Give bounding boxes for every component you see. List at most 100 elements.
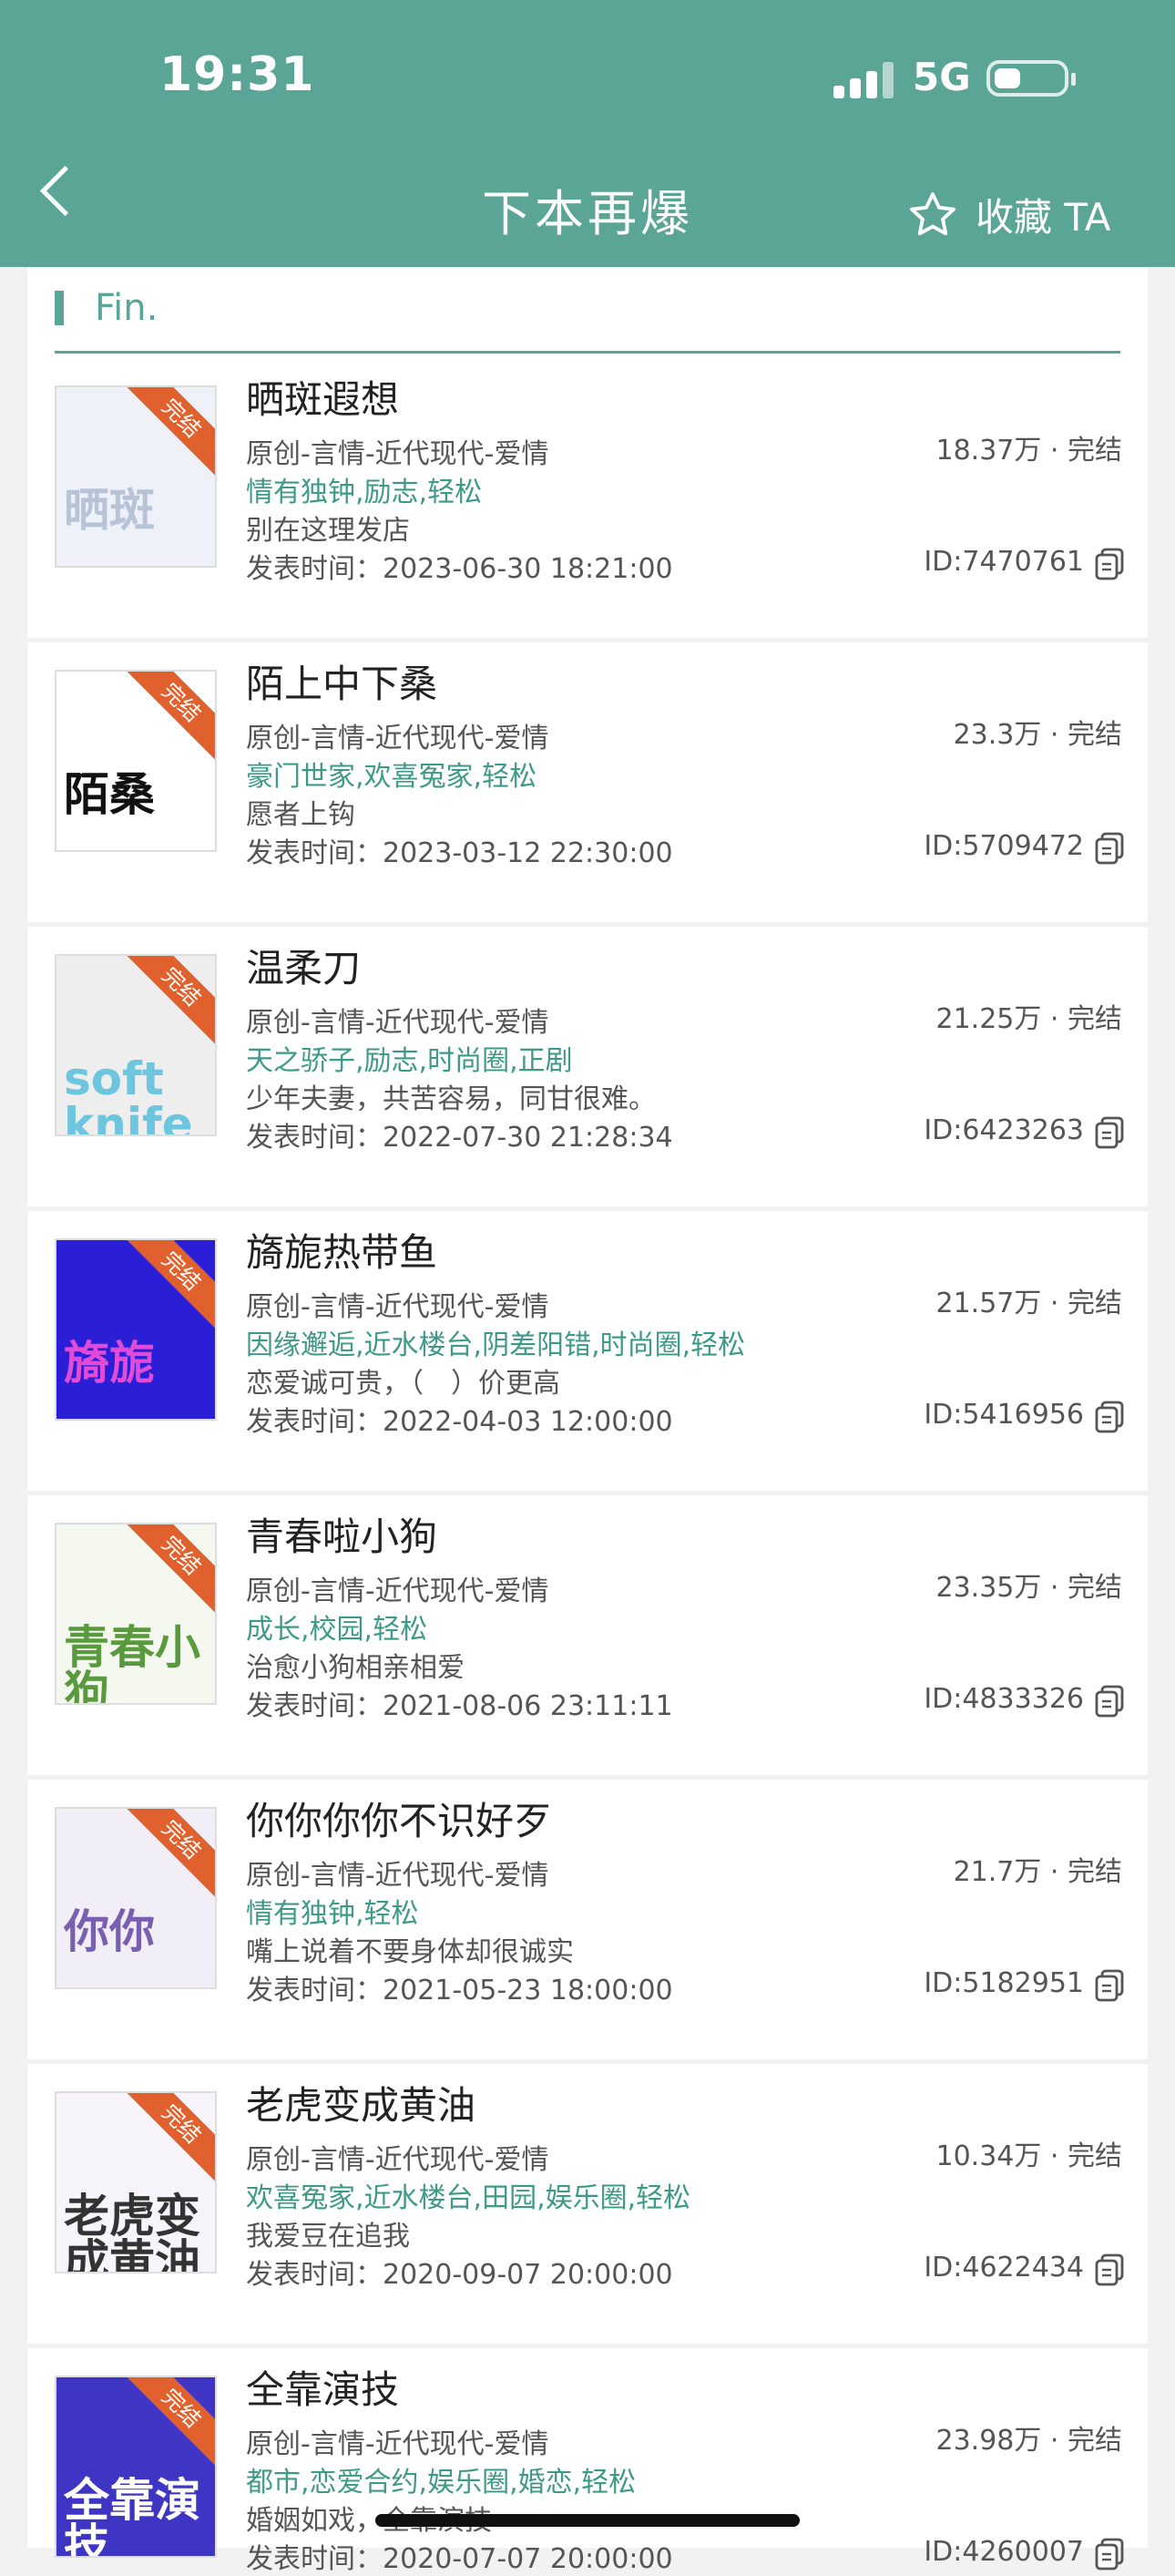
cover-text: 旖旎 <box>64 1337 155 1390</box>
publish-date: 发表时间：2020-09-07 20:00:00 <box>246 2259 673 2291</box>
copy-icon[interactable] <box>1095 1685 1124 1718</box>
cover-text: 你你 <box>64 1905 155 1958</box>
cover-text: 晒斑 <box>64 484 155 537</box>
section-bar <box>55 291 64 325</box>
copy-icon[interactable] <box>1095 548 1124 580</box>
network-label: 5G <box>913 55 971 99</box>
book-tags: 都市,恋爱合约,娱乐圈,婚恋,轻松 <box>246 2467 637 2499</box>
book-id: ID:4622434 <box>924 2252 1084 2284</box>
copy-icon[interactable] <box>1095 1401 1124 1433</box>
cover-text: 陌桑 <box>64 768 155 821</box>
book-cover[interactable]: 陌桑 完结 <box>55 670 217 852</box>
book-description: 治愈小狗相亲相爱 <box>246 1652 465 1684</box>
book-id: ID:6423263 <box>924 1114 1084 1146</box>
book-description: 恋爱诚可贵，（ ）价更高 <box>246 1368 560 1400</box>
book-genre: 原创-言情-近代现代-爱情 <box>246 723 549 754</box>
star-icon <box>910 191 955 235</box>
book-card[interactable]: 陌桑 完结 陌上中下桑原创-言情-近代现代-爱情 豪门世家,欢喜冤家,轻松 愿者上钩发表… <box>27 642 1148 922</box>
book-id: ID:4833326 <box>924 1683 1084 1715</box>
book-cover[interactable]: 你你 完结 <box>55 1807 217 1989</box>
book-genre: 原创-言情-近代现代-爱情 <box>246 1007 549 1039</box>
book-tags: 情有独钟,轻松 <box>246 1898 419 1930</box>
book-title[interactable]: 全靠演技 <box>246 2359 399 2415</box>
book-id: ID:4260007 <box>924 2536 1084 2568</box>
finished-ribbon: 完结 <box>121 956 215 1047</box>
favorite-label: 收藏 TA <box>976 195 1111 240</box>
book-cover[interactable]: 老虎变成黄油 完结 <box>55 2091 217 2273</box>
book-description: 少年夫妻，共苦容易，同甘很难。 <box>246 1083 656 1115</box>
book-id: ID:5709472 <box>924 830 1084 862</box>
copy-icon[interactable] <box>1095 1969 1124 2002</box>
book-genre: 原创-言情-近代现代-爱情 <box>246 1291 549 1323</box>
book-card[interactable]: 青春小狗 完结 青春啦小狗原创-言情-近代现代-爱情 成长,校园,轻松治愈小狗相亲相爱… <box>27 1495 1148 1775</box>
book-genre: 原创-言情-近代现代-爱情 <box>246 2428 549 2460</box>
publish-date: 发表时间：2020-07-07 20:00:00 <box>246 2543 673 2575</box>
book-stats: 21.7万 · 完结 <box>953 1856 1122 1888</box>
book-card[interactable]: 晒斑 完结 晒斑遐想 原创-言情-近代现代-爱情 情有独钟,励志,轻松 别在这理发店 发表时… <box>27 358 1148 638</box>
publish-date: 发表时间：2022-07-30 21:28:34 <box>246 1122 673 1154</box>
finished-ribbon: 完结 <box>121 1240 215 1331</box>
book-genre: 原创-言情-近代现代-爱情 <box>246 1575 549 1607</box>
status-time: 19:31 <box>159 47 315 102</box>
book-title[interactable]: 青春啦小狗 <box>246 1506 437 1562</box>
book-tags: 欢喜冤家,近水楼台,田园,娱乐圈,轻松 <box>246 2182 691 2214</box>
cover-text: soft knife <box>64 1052 193 1136</box>
book-description: 愿者上钩 <box>246 799 355 831</box>
battery-icon <box>986 60 1076 97</box>
book-id: ID:7470761 <box>924 546 1084 578</box>
publish-date: 发表时间：2021-08-06 23:11:11 <box>246 1690 673 1722</box>
book-title[interactable]: 你你你你不识好歹 <box>246 1791 552 1846</box>
book-genre: 原创-言情-近代现代-爱情 <box>246 1860 549 1892</box>
book-id: ID:5416956 <box>924 1399 1084 1431</box>
book-stats: 23.98万 · 完结 <box>935 2425 1123 2457</box>
signal-icon <box>833 60 894 98</box>
book-id: ID:5182951 <box>924 1967 1084 1999</box>
publish-date: 发表时间：2023-06-30 18:21:00 <box>246 553 673 585</box>
copy-icon[interactable] <box>1095 832 1124 865</box>
favorite-button[interactable]: 收藏 TA <box>906 187 1110 242</box>
section-title: Fin. <box>95 287 158 329</box>
copy-icon[interactable] <box>1095 1116 1124 1149</box>
top-bar: 19:31 5G 下本再爆 收藏 TA <box>0 0 1175 267</box>
book-title[interactable]: 旖旎热带鱼 <box>246 1222 437 1278</box>
book-cover[interactable]: 全靠演技 完结 <box>55 2376 217 2558</box>
book-tags: 成长,校园,轻松 <box>246 1614 428 1646</box>
book-card[interactable]: 你你 完结 你你你你不识好歹 原创-言情-近代现代-爱情 情有独钟,轻松 嘴上说着不要身体… <box>27 1780 1148 2059</box>
finished-ribbon: 完结 <box>121 672 215 763</box>
book-card[interactable]: soft knife 完结 温柔刀原创-言情-近代现代-爱情 天之骄子,励志,时尚圈,… <box>27 927 1148 1206</box>
publish-date: 发表时间：2022-04-03 12:00:00 <box>246 1406 673 1438</box>
book-tags: 因缘邂逅,近水楼台,阴差阳错,时尚圈,轻松 <box>246 1329 746 1361</box>
book-cover[interactable]: soft knife 完结 <box>55 954 217 1136</box>
finished-ribbon: 完结 <box>121 2093 215 2184</box>
copy-icon[interactable] <box>1095 2538 1124 2571</box>
book-description: 我爱豆在追我 <box>246 2221 410 2253</box>
copy-icon[interactable] <box>1095 2253 1124 2286</box>
book-tags: 情有独钟,励志,轻松 <box>246 477 483 508</box>
book-stats: 18.37万 · 完结 <box>935 435 1123 467</box>
book-tags: 豪门世家,欢喜冤家,轻松 <box>246 761 537 793</box>
home-indicator[interactable] <box>375 2514 800 2527</box>
book-cover[interactable]: 青春小狗 完结 <box>55 1523 217 1705</box>
book-tags: 天之骄子,励志,时尚圈,正剧 <box>246 1045 573 1077</box>
book-description: 别在这理发店 <box>246 515 410 547</box>
book-cover[interactable]: 旖旎 完结 <box>55 1238 217 1421</box>
book-stats: 21.25万 · 完结 <box>935 1003 1123 1035</box>
publish-date: 发表时间：2023-03-12 22:30:00 <box>246 837 673 869</box>
book-title[interactable]: 老虎变成黄油 <box>246 2075 475 2130</box>
section-divider <box>55 351 1120 354</box>
book-card[interactable]: 老虎变成黄油 完结 老虎变成黄油原创-言情-近代现代-爱情欢喜冤家,近水楼台,田园,… <box>27 2064 1148 2344</box>
book-title[interactable]: 晒斑遐想 <box>246 369 399 425</box>
book-stats: 21.57万 · 完结 <box>935 1288 1123 1319</box>
book-cover[interactable]: 晒斑 完结 <box>55 385 217 568</box>
cover-text: 青春小狗 <box>64 1621 200 1705</box>
finished-ribbon: 完结 <box>121 1524 215 1616</box>
cover-text: 全靠演技 <box>64 2474 200 2558</box>
book-genre: 原创-言情-近代现代-爱情 <box>246 2144 549 2176</box>
book-card[interactable]: 旖旎 完结 旖旎热带鱼原创-言情-近代现代-爱情因缘邂逅,近水楼台,阴差阳错,时尚圈… <box>27 1211 1148 1491</box>
book-title[interactable]: 陌上中下桑 <box>246 653 437 709</box>
finished-ribbon: 完结 <box>121 2377 215 2468</box>
book-title[interactable]: 温柔刀 <box>246 938 361 993</box>
publish-date: 发表时间：2021-05-23 18:00:00 <box>246 1975 673 2006</box>
book-stats: 23.35万 · 完结 <box>935 1572 1123 1604</box>
book-stats: 10.34万 · 完结 <box>935 2140 1123 2172</box>
